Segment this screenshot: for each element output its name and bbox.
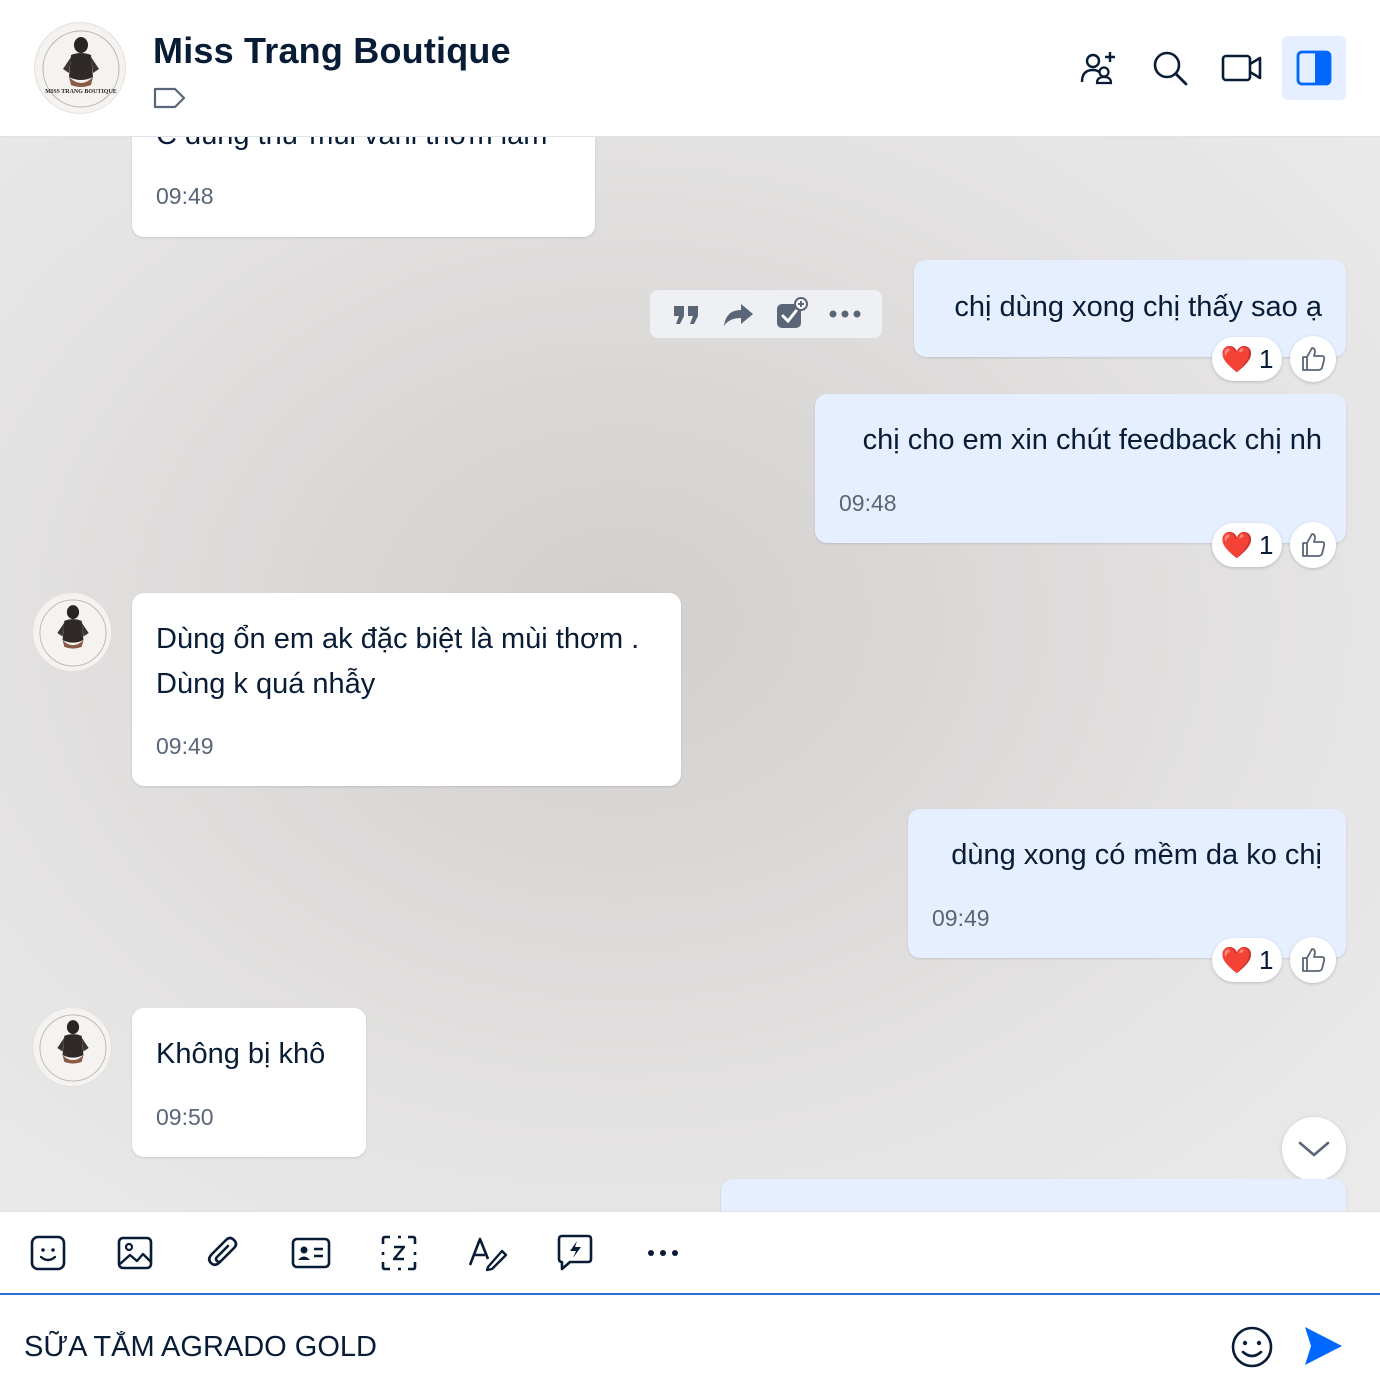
sender-avatar[interactable]: [32, 592, 112, 672]
text-format-icon: [468, 1237, 508, 1272]
reaction-count: 1: [1258, 343, 1274, 374]
message-text: Không bị khô: [156, 1038, 326, 1070]
boutique-logo: [34, 594, 111, 671]
attach-icon: [207, 1236, 238, 1267]
send-button[interactable]: [1300, 1323, 1346, 1369]
message-time: 09:50: [156, 1104, 214, 1130]
scroll-to-bottom-button[interactable]: [1282, 1117, 1346, 1181]
more-icon[interactable]: [827, 298, 863, 330]
thumbs-up-icon: [1302, 533, 1326, 557]
message-text-line: Dùng ổn em ak đặc biệt là mùi thơm .: [156, 623, 640, 655]
message-time: 09:48: [156, 183, 214, 209]
forward-icon[interactable]: [721, 298, 755, 330]
reaction-count: 1: [1258, 529, 1274, 560]
message-text: C dùng thử mùi vani thơm lắm: [156, 137, 547, 158]
reaction-badge[interactable]: ❤️ 1: [1212, 337, 1282, 381]
quick-message-button[interactable]: [552, 1230, 598, 1276]
reaction-count: 1: [1258, 944, 1274, 975]
add-member-button[interactable]: [1066, 36, 1130, 100]
video-call-button[interactable]: [1210, 36, 1274, 100]
sticker-icon: [30, 1235, 66, 1271]
emoji-icon: [1231, 1326, 1273, 1368]
message-bubble[interactable]: Dùng ổn em ak đặc biệt là mùi thơm . Dùn…: [132, 593, 681, 786]
message-bubble[interactable]: [721, 1179, 1346, 1211]
like-button[interactable]: [1290, 336, 1336, 382]
search-icon: [1153, 51, 1188, 86]
heart-icon: ❤️: [1220, 944, 1253, 975]
message-time: 09:49: [156, 733, 214, 759]
boutique-logo: [34, 1009, 111, 1086]
search-button[interactable]: [1138, 36, 1202, 100]
heart-icon: ❤️: [1220, 529, 1253, 560]
text-format-button[interactable]: [464, 1230, 510, 1276]
emoji-button[interactable]: [1228, 1323, 1276, 1371]
message-time: 09:49: [932, 905, 990, 931]
composer-toolbar: [0, 1211, 1380, 1293]
add-task-icon[interactable]: [774, 297, 808, 331]
message-bubble[interactable]: C dùng thử mùi vani thơm lắm 09:48: [132, 137, 595, 237]
message-text: dùng xong có mềm da ko chị: [951, 839, 1322, 871]
send-icon: [1305, 1327, 1342, 1365]
conversation-avatar[interactable]: MISS TRANG BOUTIQUE: [34, 22, 126, 114]
message-bubble[interactable]: Không bị khô 09:50: [132, 1008, 366, 1157]
video-call-icon: [1221, 54, 1262, 82]
svg-text:MISS TRANG BOUTIQUE: MISS TRANG BOUTIQUE: [45, 89, 117, 95]
chat-header: MISS TRANG BOUTIQUE Miss Trang Boutique: [0, 0, 1380, 137]
page-title: Miss Trang Boutique: [153, 30, 511, 71]
thumbs-up-icon: [1302, 948, 1326, 972]
quick-message-icon: [557, 1234, 593, 1271]
message-list[interactable]: C dùng thử mùi vani thơm lắm 09:48 ch: [0, 137, 1380, 1211]
message-text-line: Dùng k quá nhẫy: [156, 668, 376, 700]
like-button[interactable]: [1290, 937, 1336, 983]
contact-card-button[interactable]: [288, 1230, 334, 1276]
thumbs-up-icon: [1302, 347, 1326, 371]
more-icon: [648, 1250, 678, 1256]
sidebar-toggle-button[interactable]: [1282, 36, 1346, 100]
sender-avatar[interactable]: [32, 1007, 112, 1087]
message-time: 09:48: [839, 490, 897, 516]
message-text: chị dùng xong chị thấy sao ạ: [954, 291, 1322, 323]
tag-icon[interactable]: [153, 86, 187, 110]
heart-icon: ❤️: [1220, 343, 1253, 374]
message-bubble[interactable]: chị cho em xin chút feedback chị nh 09:4…: [815, 394, 1346, 543]
boutique-logo: MISS TRANG BOUTIQUE: [37, 25, 125, 113]
image-icon: [117, 1236, 153, 1270]
reaction-badge[interactable]: ❤️ 1: [1212, 523, 1282, 567]
message-actions: [650, 290, 882, 338]
message-text: chị cho em xin chút feedback chị nh: [862, 424, 1322, 456]
sidebar-toggle-icon: [1296, 50, 1332, 86]
composer: [0, 1293, 1380, 1394]
add-member-icon: [1080, 52, 1115, 85]
contact-card-icon: [291, 1237, 331, 1269]
message-bubble[interactable]: chị dùng xong chị thấy sao ạ: [914, 260, 1346, 357]
message-bubble[interactable]: dùng xong có mềm da ko chị 09:49: [908, 809, 1346, 958]
message-input[interactable]: [24, 1325, 1174, 1369]
attach-button[interactable]: [200, 1230, 246, 1276]
chevron-down-icon: [1298, 1141, 1330, 1157]
sticker-button[interactable]: [25, 1230, 71, 1276]
chat-window: MISS TRANG BOUTIQUE Miss Trang Boutique: [0, 0, 1380, 1394]
more-button[interactable]: [640, 1230, 686, 1276]
like-button[interactable]: [1290, 522, 1336, 568]
image-button[interactable]: [112, 1230, 158, 1276]
quote-icon[interactable]: [670, 298, 702, 330]
screenshot-button[interactable]: [376, 1230, 422, 1276]
screenshot-icon: [381, 1235, 417, 1271]
reaction-badge[interactable]: ❤️ 1: [1212, 938, 1282, 982]
